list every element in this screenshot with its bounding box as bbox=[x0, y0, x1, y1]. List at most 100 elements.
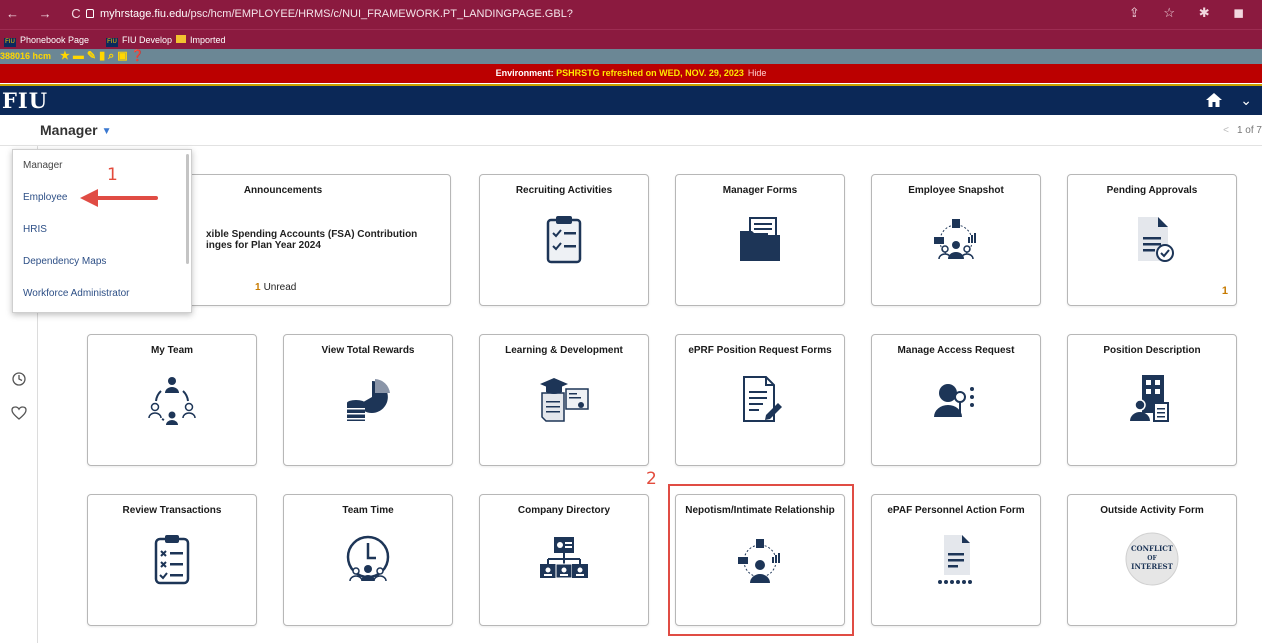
bookmark-phonebook[interactable]: FIU Phonebook Page bbox=[4, 34, 90, 47]
document-check-icon bbox=[1138, 217, 1174, 262]
tile-title: View Total Rewards bbox=[321, 345, 415, 356]
announcement-text: xible Spending Accounts (FSA) Contributi… bbox=[206, 229, 436, 251]
bookmark-imported[interactable]: Imported bbox=[176, 34, 226, 46]
homepage-dropdown-menu: Manager Employee HRIS Dependency Maps Wo… bbox=[12, 149, 192, 313]
menu-item-dependency-maps[interactable]: Dependency Maps bbox=[13, 246, 183, 278]
tile-manager-forms[interactable]: Manager Forms bbox=[675, 174, 845, 306]
caret-down-icon: ▼ bbox=[101, 126, 112, 137]
tile-epaf-personnel-action[interactable]: ePAF Personnel Action Form bbox=[871, 494, 1041, 626]
url-path: /psc/hcm/EMPLOYEE/HRMS/c/NUI_FRAMEWORK.P… bbox=[187, 8, 573, 20]
bookmark-label: FIU Develop bbox=[122, 35, 173, 45]
environment-banner: Environment: PSHRSTG refreshed on WED, N… bbox=[0, 64, 1262, 83]
tile-title: Manage Access Request bbox=[897, 345, 1015, 356]
browser-bar: ← → C myhrstage.fiu.edu/psc/hcm/EMPLOYEE… bbox=[0, 0, 1262, 29]
folder-document-icon bbox=[740, 217, 780, 261]
bookmark-fiu-develop[interactable]: FIU FIU Develop bbox=[106, 34, 173, 47]
chevron-left-icon[interactable]: < bbox=[1223, 125, 1229, 136]
homepage-selector[interactable]: Manager ▼ bbox=[40, 122, 111, 138]
tile-eprf-position-request[interactable]: ePRF Position Request Forms bbox=[675, 334, 845, 466]
menu-item-workforce-administrator[interactable]: Workforce Administrator bbox=[13, 278, 183, 310]
tile-title: Team Time bbox=[342, 505, 394, 516]
tile-company-directory[interactable]: Company Directory bbox=[479, 494, 649, 626]
tile-title: Recruiting Activities bbox=[515, 185, 613, 196]
home-icon[interactable] bbox=[1206, 93, 1222, 107]
tile-review-transactions[interactable]: Review Transactions bbox=[87, 494, 257, 626]
tile-title: Outside Activity Form bbox=[1100, 505, 1204, 516]
unread-count: 1 bbox=[255, 282, 261, 293]
address-bar[interactable]: myhrstage.fiu.edu/psc/hcm/EMPLOYEE/HRMS/… bbox=[86, 4, 626, 25]
annotation-highlight-box bbox=[668, 484, 854, 636]
tile-title: Employee Snapshot bbox=[908, 185, 1004, 196]
tile-title: Review Transactions bbox=[122, 505, 222, 516]
tile-recruiting-activities[interactable]: Recruiting Activities bbox=[479, 174, 649, 306]
fiu-icon: FIU bbox=[4, 38, 16, 47]
heart-icon[interactable] bbox=[10, 404, 28, 422]
tile-manage-access-request[interactable]: Manage Access Request bbox=[871, 334, 1041, 466]
browser-nav-buttons[interactable]: ← → C bbox=[6, 6, 89, 21]
unread-label: Unread bbox=[263, 282, 297, 293]
clock-icon[interactable] bbox=[10, 370, 28, 388]
user-key-icon bbox=[934, 384, 974, 417]
clipboard-checklist-icon bbox=[546, 216, 582, 264]
menu-item-hris[interactable]: HRIS bbox=[13, 214, 183, 246]
tile-title: My Team bbox=[150, 345, 194, 356]
tile-title: Company Directory bbox=[517, 505, 611, 516]
tile-title: Learning & Development bbox=[505, 345, 623, 356]
annotation-step-2: 2 bbox=[646, 469, 657, 489]
helper-toolbar: 388016 hcm ★▬✎▮⌕▣❓ bbox=[0, 49, 1262, 64]
building-person-icon bbox=[1130, 375, 1169, 422]
app-root: ← → C myhrstage.fiu.edu/psc/hcm/EMPLOYEE… bbox=[0, 0, 1262, 643]
lock-icon bbox=[86, 9, 94, 18]
tile-view-total-rewards[interactable]: View Total Rewards bbox=[283, 334, 453, 466]
bookmark-label: Phonebook Page bbox=[20, 35, 90, 45]
user-id: 388016 hcm bbox=[0, 51, 52, 61]
org-directory-icon bbox=[540, 537, 588, 579]
graduation-certificate-icon bbox=[540, 378, 589, 422]
annotation-step-1: 1 bbox=[107, 165, 118, 185]
tile-title: Manager Forms bbox=[722, 185, 798, 196]
tile-my-team[interactable]: My Team bbox=[87, 334, 257, 466]
stamp-line-1: CONFLICT bbox=[1131, 544, 1174, 553]
page-subheader: Manager ▼ <1 of 7 bbox=[0, 115, 1262, 146]
environment-hide-link[interactable]: Hide bbox=[748, 68, 767, 78]
team-clock-icon bbox=[346, 535, 390, 582]
environment-value: PSHRSTG refreshed on WED, NOV. 29, 2023 bbox=[556, 68, 744, 78]
tile-title: ePRF Position Request Forms bbox=[688, 345, 832, 356]
employee-network-icon bbox=[934, 219, 976, 260]
environment-prefix: Environment: bbox=[495, 68, 557, 78]
helper-tools-icons[interactable]: ★▬✎▮⌕▣❓ bbox=[60, 49, 147, 63]
homepage-pager[interactable]: <1 of 7 bbox=[1223, 125, 1262, 136]
bookmarks-bar: FIU Phonebook Page FIU FIU Develop Importe… bbox=[0, 29, 1262, 49]
tile-title: Pending Approvals bbox=[1106, 185, 1198, 196]
announcement-line-1: xible Spending Accounts (FSA) Contributi… bbox=[206, 229, 418, 240]
stamp-line-2: OF bbox=[1147, 555, 1157, 562]
tile-title: ePAF Personnel Action Form bbox=[887, 505, 1025, 516]
pager-text: 1 of 7 bbox=[1236, 125, 1262, 136]
tile-team-time[interactable]: Team Time bbox=[283, 494, 453, 626]
conflict-of-interest-stamp-icon: CONFLICT OF INTEREST bbox=[1125, 532, 1179, 586]
tile-title: Announcements bbox=[243, 185, 323, 196]
tile-title: Position Description bbox=[1103, 345, 1201, 356]
folder-icon bbox=[176, 35, 186, 43]
homepage-title: Manager bbox=[40, 122, 98, 138]
tile-employee-snapshot[interactable]: Employee Snapshot bbox=[871, 174, 1041, 306]
team-cycle-icon bbox=[148, 377, 196, 425]
fiu-icon: FIU bbox=[106, 38, 118, 47]
tile-pending-approvals[interactable]: Pending Approvals 1 bbox=[1067, 174, 1237, 306]
url-host: myhrstage.fiu.edu bbox=[100, 8, 188, 20]
tile-learning-development[interactable]: Learning & Development bbox=[479, 334, 649, 466]
document-pen-icon bbox=[743, 376, 782, 422]
fiu-logo[interactable]: FIU bbox=[2, 88, 48, 113]
browser-actions[interactable]: ⇪ ☆ ✱ ◼ bbox=[1129, 5, 1254, 21]
stamp-line-3: INTEREST bbox=[1131, 562, 1173, 571]
chevron-down-icon[interactable]: ⌄ bbox=[1240, 92, 1252, 109]
clipboard-list-icon bbox=[154, 535, 190, 585]
document-password-icon bbox=[938, 535, 972, 584]
announcement-line-2: inges for Plan Year 2024 bbox=[206, 240, 321, 251]
menu-scrollbar[interactable] bbox=[186, 154, 189, 264]
app-header: FIU ⌄ bbox=[0, 84, 1262, 115]
coins-pie-chart-icon bbox=[347, 379, 390, 421]
bookmark-label: Imported bbox=[190, 35, 226, 45]
tile-position-description[interactable]: Position Description bbox=[1067, 334, 1237, 466]
tile-outside-activity-form[interactable]: Outside Activity Form CONFLICT OF INTERE… bbox=[1067, 494, 1237, 626]
